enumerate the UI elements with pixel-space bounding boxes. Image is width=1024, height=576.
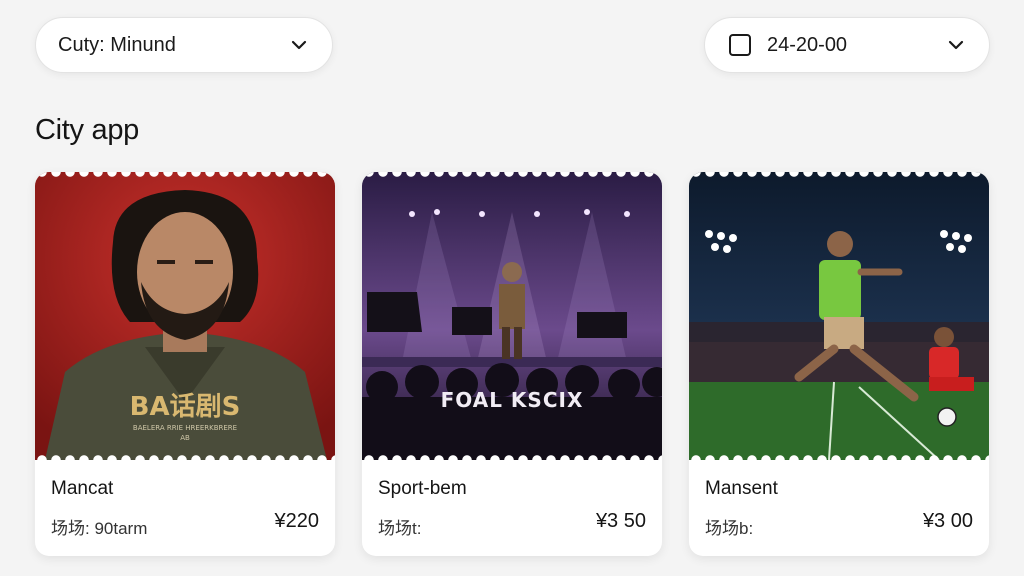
page: Cuty: Minund 24-20-00 City app BA话剧S BAE… xyxy=(0,0,1024,576)
poster-image-portrait: BA话剧S BAELERA RRIE HREERKBRERE AB xyxy=(35,172,335,460)
chevron-down-icon xyxy=(288,34,310,56)
poster-image-football xyxy=(689,172,989,460)
svg-text:BA话剧S: BA话剧S xyxy=(130,392,241,422)
event-card[interactable]: BA话剧S BAELERA RRIE HREERKBRERE AB Mancat… xyxy=(35,172,335,556)
event-name: Mansent xyxy=(705,478,778,499)
svg-text:BAELERA RRIE HREERKBRERE: BAELERA RRIE HREERKBRERE xyxy=(133,424,237,432)
event-info: Mancat 场场: 90tarm ¥220 xyxy=(35,460,335,556)
svg-text:FOAL KSCIX: FOAL KSCIX xyxy=(441,388,584,412)
date-selector[interactable]: 24-20-00 xyxy=(704,17,990,73)
event-price: ¥3 00 xyxy=(922,510,973,532)
ticket-edge xyxy=(35,172,335,177)
date-selector-label: 24-20-00 xyxy=(767,33,848,56)
event-card[interactable]: Mansent 场场b: ¥3 00 xyxy=(689,172,989,556)
event-info: Sport-bem 场场t: ¥3 50 xyxy=(362,460,662,556)
city-selector-label: Cuty: Minund xyxy=(58,33,176,56)
city-selector[interactable]: Cuty: Minund xyxy=(35,17,333,73)
chevron-down-icon xyxy=(945,34,967,56)
event-price: ¥3 50 xyxy=(595,510,646,532)
poster-image-stage: FOAL KSCIX xyxy=(362,172,662,460)
checkbox-icon[interactable] xyxy=(729,34,751,56)
event-name: Sport-bem xyxy=(378,478,467,499)
ticket-edge xyxy=(689,172,989,177)
event-info: Mansent 场场b: ¥3 00 xyxy=(689,460,989,556)
event-poster: FOAL KSCIX xyxy=(362,172,662,460)
event-venue: 场场: 90tarm xyxy=(51,519,148,538)
svg-text:AB: AB xyxy=(180,434,190,442)
event-venue: 场场t: xyxy=(378,519,422,538)
event-poster xyxy=(689,172,989,460)
section-title: City app xyxy=(35,114,139,146)
event-name: Mancat xyxy=(51,478,114,499)
event-price: ¥220 xyxy=(274,510,320,532)
event-card[interactable]: FOAL KSCIX Sport-bem 场场t: ¥3 50 xyxy=(362,172,662,556)
ticket-edge xyxy=(362,172,662,177)
event-venue: 场场b: xyxy=(705,519,754,538)
event-poster: BA话剧S BAELERA RRIE HREERKBRERE AB xyxy=(35,172,335,460)
